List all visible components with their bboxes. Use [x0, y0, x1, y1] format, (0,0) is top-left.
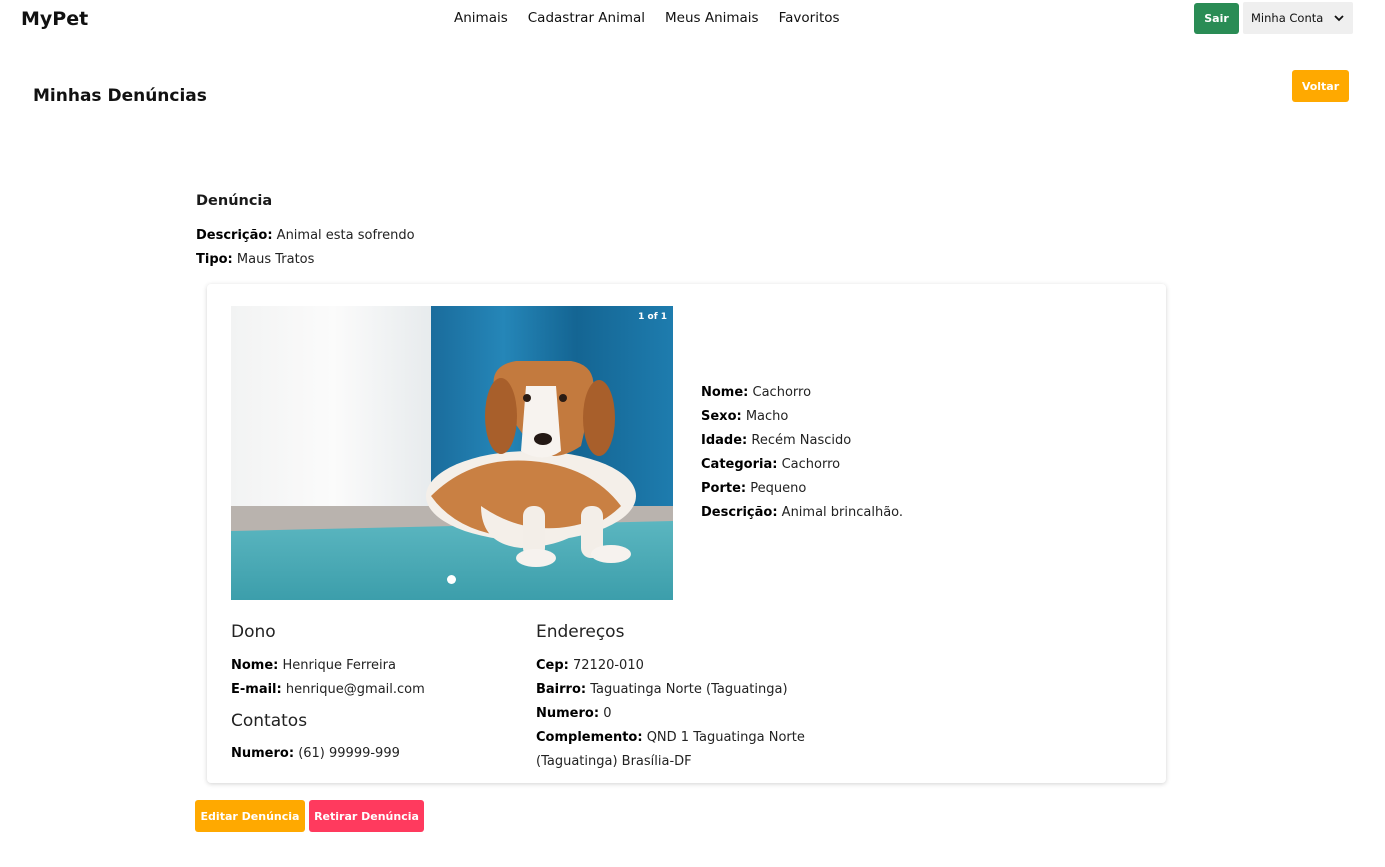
dono-email: henrique@gmail.com [285, 682, 425, 697]
field-label: Sexo: [701, 409, 742, 424]
denuncia-info: Descrição: Animal esta sofrendo Tipo: Ma… [196, 224, 415, 272]
field-label: Complemento: [536, 730, 643, 745]
field-label: E-mail: [231, 682, 282, 697]
dono-heading: Dono [231, 622, 276, 642]
field-label: Tipo: [196, 252, 233, 267]
field-label: Bairro: [536, 682, 587, 697]
nav-item-favoritos[interactable]: Favoritos [779, 10, 840, 26]
field-label: Categoria: [701, 457, 778, 472]
animal-nome: Cachorro [752, 385, 812, 400]
endereco-cep: 72120-010 [573, 658, 644, 673]
animal-details: Nome: Cachorro Sexo: Macho Idade: Recém … [701, 381, 903, 525]
field-label: Numero: [231, 746, 295, 761]
denuncia-tipo: Maus Tratos [236, 252, 315, 267]
dono-info: Nome: Henrique Ferreira E-mail: henrique… [231, 654, 425, 702]
field-label: Idade: [701, 433, 748, 448]
back-button[interactable]: Voltar [1292, 70, 1349, 102]
animal-photo-carousel[interactable]: 1 of 1 [231, 306, 673, 600]
page-title: Minhas Denúncias [33, 86, 207, 106]
animal-porte: Pequeno [750, 481, 807, 496]
denuncia-descricao-row: Descrição: Animal esta sofrendo [196, 224, 415, 248]
field-label: Numero: [536, 706, 600, 721]
endereco-bairro: Taguatinga Norte (Taguatinga) [590, 682, 788, 697]
endereco-complemento-row: Complemento: QND 1 Taguatinga Norte (Tag… [536, 726, 826, 774]
main-nav: Animais Cadastrar Animal Meus Animais Fa… [454, 10, 840, 26]
animal-descricao-row: Descrição: Animal brincalhão. [701, 501, 903, 525]
carousel-counter: 1 of 1 [638, 312, 667, 322]
field-label: Porte: [701, 481, 747, 496]
chevron-down-icon [1334, 15, 1344, 22]
contatos-info: Numero: (61) 99999-999 [231, 742, 400, 766]
dono-email-row: E-mail: henrique@gmail.com [231, 678, 425, 702]
animal-idade-row: Idade: Recém Nascido [701, 429, 903, 453]
contato-numero: (61) 99999-999 [298, 746, 400, 761]
denuncia-tipo-row: Tipo: Maus Tratos [196, 248, 415, 272]
dono-nome-row: Nome: Henrique Ferreira [231, 654, 425, 678]
enderecos-info: Cep: 72120-010 Bairro: Taguatinga Norte … [536, 654, 826, 774]
animal-sexo: Macho [745, 409, 789, 424]
endereco-numero: 0 [603, 706, 612, 721]
endereco-bairro-row: Bairro: Taguatinga Norte (Taguatinga) [536, 678, 826, 702]
endereco-cep-row: Cep: 72120-010 [536, 654, 826, 678]
animal-descricao: Animal brincalhão. [781, 505, 904, 520]
remove-report-button[interactable]: Retirar Denúncia [309, 800, 424, 832]
nav-item-meus-animais[interactable]: Meus Animais [665, 10, 759, 26]
field-label: Descrição: [196, 228, 273, 243]
animal-photo [231, 306, 673, 600]
enderecos-heading: Endereços [536, 622, 625, 642]
field-label: Nome: [231, 658, 279, 673]
animal-categoria: Cachorro [781, 457, 841, 472]
carousel-dot[interactable] [447, 575, 456, 584]
field-label: Nome: [701, 385, 749, 400]
field-label: Descrição: [701, 505, 778, 520]
denuncia-heading: Denúncia [196, 193, 273, 209]
animal-categoria-row: Categoria: Cachorro [701, 453, 903, 477]
field-label: Cep: [536, 658, 569, 673]
animal-porte-row: Porte: Pequeno [701, 477, 903, 501]
animal-idade: Recém Nascido [751, 433, 852, 448]
animal-nome-row: Nome: Cachorro [701, 381, 903, 405]
animal-card: 1 of 1 Nome: Cachorro Sexo: Macho Idade:… [207, 284, 1166, 783]
contatos-heading: Contatos [231, 711, 308, 731]
denuncia-descricao: Animal esta sofrendo [276, 228, 415, 243]
brand-logo[interactable]: MyPet [21, 8, 88, 30]
account-dropdown[interactable]: Minha Conta [1243, 2, 1353, 34]
edit-report-button[interactable]: Editar Denúncia [195, 800, 305, 832]
account-label: Minha Conta [1251, 11, 1324, 25]
contato-numero-row: Numero: (61) 99999-999 [231, 742, 400, 766]
animal-sexo-row: Sexo: Macho [701, 405, 903, 429]
nav-item-cadastrar-animal[interactable]: Cadastrar Animal [528, 10, 645, 26]
endereco-numero-row: Numero: 0 [536, 702, 826, 726]
nav-item-animais[interactable]: Animais [454, 10, 508, 26]
dono-nome: Henrique Ferreira [282, 658, 396, 673]
logout-button[interactable]: Sair [1194, 3, 1239, 34]
